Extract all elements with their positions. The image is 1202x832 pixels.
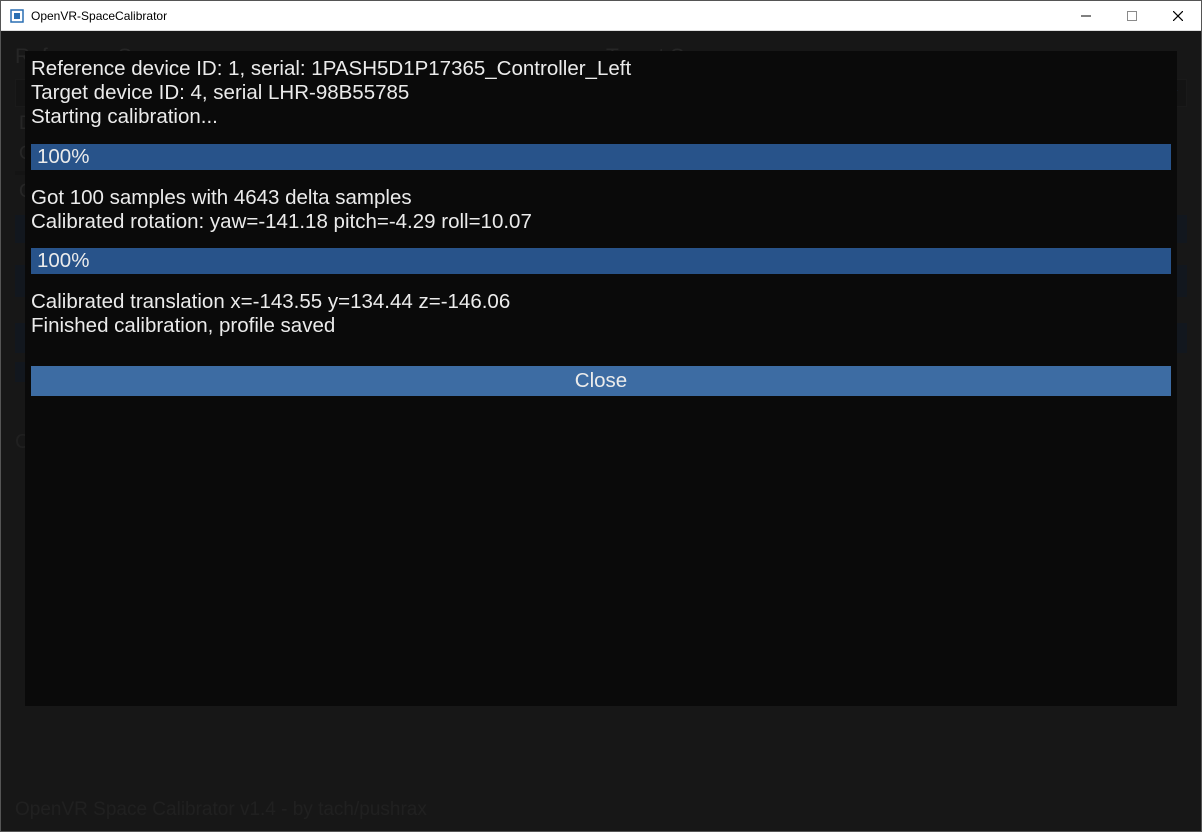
modal-log-line: Got 100 samples with 4643 delta samples (31, 186, 1171, 210)
close-button[interactable]: Close (31, 366, 1171, 396)
close-window-button[interactable] (1155, 1, 1201, 31)
maximize-button[interactable] (1109, 1, 1155, 31)
translation-progress-value: 100% (37, 249, 89, 273)
app-window: OpenVR-SpaceCalibrator Reference Space D… (0, 0, 1202, 832)
app-icon (9, 8, 25, 24)
titlebar: OpenVR-SpaceCalibrator (1, 1, 1201, 31)
app-body: Reference Space Devices from: Oculus Que… (1, 31, 1201, 831)
modal-log-line: Calibrated translation x=-143.55 y=134.4… (31, 290, 1171, 314)
rotation-progress-bar: 100% (31, 144, 1171, 170)
modal-log-line: Reference device ID: 1, serial: 1PASH5D1… (31, 57, 1171, 81)
modal-log-line: Finished calibration, profile saved (31, 314, 1171, 338)
rotation-progress-value: 100% (37, 145, 89, 169)
minimize-button[interactable] (1063, 1, 1109, 31)
modal-log-line: Target device ID: 4, serial LHR-98B55785 (31, 81, 1171, 105)
modal-log-line: Starting calibration... (31, 105, 1171, 129)
calibration-result-modal: Reference device ID: 1, serial: 1PASH5D1… (25, 51, 1177, 706)
window-title: OpenVR-SpaceCalibrator (31, 9, 167, 23)
translation-progress-bar: 100% (31, 248, 1171, 274)
modal-log-line: Calibrated rotation: yaw=-141.18 pitch=-… (31, 210, 1171, 234)
